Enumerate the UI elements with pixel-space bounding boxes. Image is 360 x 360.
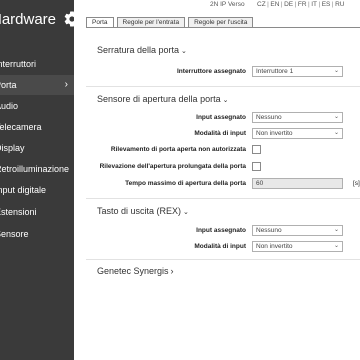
sidebar-item-interruttori[interactable]: Interruttori — [0, 54, 36, 74]
section-title: Genetec Synergis — [97, 266, 169, 276]
sidebar-item-label: Telecamera — [0, 122, 42, 132]
select-value: Nessuno — [256, 227, 282, 234]
lang-cz[interactable]: CZ — [257, 1, 266, 8]
sidebar-item-label: Interruttori — [0, 59, 37, 69]
language-switcher: CZ | EN | DE | FR | IT | ES | RU — [257, 1, 345, 8]
uscita-modalita-label: Modalità di input — [194, 243, 246, 250]
sidebar: Hardware Interruttori Porta › Audio Tele… — [0, 0, 74, 360]
sidebar-item-label: Estensioni — [0, 207, 37, 217]
modalita-input-label: Modalità di input — [194, 130, 246, 137]
section-synergis[interactable]: Genetec Synergis › — [97, 266, 174, 276]
chevron-down-icon: ⌄ — [333, 114, 339, 120]
select-value: Interruttore 1 — [256, 68, 294, 75]
chevron-down-icon: ⌄ — [333, 130, 339, 136]
sidebar-item-label: Porta — [0, 80, 17, 90]
tempo-input[interactable]: 60 — [252, 178, 343, 189]
sidebar-item-label: Display — [0, 143, 25, 153]
sensore-modalita-select[interactable]: Non invertito ⌄ — [252, 128, 343, 139]
section-title: Serratura della porta — [97, 45, 180, 55]
sidebar-item-display[interactable]: Display — [0, 138, 25, 158]
input-assegnato-label: Input assegnato — [196, 114, 246, 121]
chevron-right-icon: › — [170, 266, 174, 276]
rilevamento-label: Rilevamento di porta aperta non autorizz… — [110, 146, 246, 153]
gear-icon[interactable] — [63, 10, 74, 28]
sidebar-item-sensore[interactable]: Sensore — [0, 224, 29, 244]
divider — [86, 259, 360, 260]
tempo-label: Tempo massimo di apertura della porta — [125, 180, 246, 187]
brand-title: Hardware — [0, 10, 57, 28]
sensore-input-select[interactable]: Nessuno ⌄ — [252, 112, 343, 123]
app-root: Hardware Interruttori Porta › Audio Tele… — [0, 0, 360, 360]
chevron-down-icon: ⌄ — [183, 209, 189, 216]
chevron-right-icon: › — [64, 79, 68, 90]
section-sensore[interactable]: Sensore di apertura della porta ⌄ — [97, 94, 228, 104]
sidebar-item-telecamera[interactable]: Telecamera — [0, 117, 42, 137]
sidebar-item-label: Audio — [0, 101, 19, 111]
sidebar-item-retroilluminazione[interactable]: Retroilluminazione — [0, 159, 69, 179]
interruttore-select[interactable]: Interruttore 1 ⌄ — [252, 66, 343, 77]
rilevazione-checkbox[interactable] — [252, 162, 261, 171]
section-serratura[interactable]: Serratura della porta ⌄ — [97, 45, 187, 55]
device-name: 2N IP Verso — [210, 1, 245, 8]
select-value: Non invertito — [256, 243, 293, 250]
tab-underline — [86, 27, 360, 28]
chevron-down-icon: ⌄ — [333, 243, 339, 249]
section-uscita[interactable]: Tasto di uscita (REX) ⌄ — [97, 206, 189, 216]
sidebar-item-input-digitale[interactable]: Input digitale — [0, 180, 46, 200]
lang-es[interactable]: ES — [322, 1, 331, 8]
section-title: Tasto di uscita (REX) — [97, 206, 182, 216]
rilevamento-checkbox[interactable] — [252, 145, 261, 154]
lang-de[interactable]: DE — [284, 1, 293, 8]
chevron-down-icon: ⌄ — [181, 48, 187, 55]
sidebar-item-label: Retroilluminazione — [0, 164, 70, 174]
section-title: Sensore di apertura della porta — [97, 94, 221, 104]
divider — [86, 86, 360, 87]
sidebar-item-porta[interactable]: Porta › — [0, 75, 74, 95]
lang-ru[interactable]: RU — [335, 1, 344, 8]
sidebar-item-audio[interactable]: Audio — [0, 96, 18, 116]
sidebar-item-label: Sensore — [0, 229, 29, 239]
lang-fr[interactable]: FR — [298, 1, 307, 8]
select-value: Nessuno — [256, 114, 282, 121]
divider — [86, 198, 360, 199]
lang-en[interactable]: EN — [270, 1, 279, 8]
sidebar-item-estensioni[interactable]: Estensioni — [0, 202, 37, 222]
uscita-modalita-select[interactable]: Non invertito ⌄ — [252, 241, 343, 252]
uscita-input-label: Input assegnato — [196, 227, 246, 234]
tempo-unit: [s] — [353, 180, 360, 187]
select-value: Non invertito — [256, 130, 293, 137]
chevron-down-icon: ⌄ — [333, 68, 339, 74]
rilevazione-label: Rilevazione dell'apertura prolungata del… — [99, 163, 246, 170]
uscita-input-select[interactable]: Nessuno ⌄ — [252, 225, 343, 236]
chevron-down-icon: ⌄ — [222, 97, 229, 104]
sidebar-item-label: Input digitale — [0, 185, 47, 195]
topbar: 2N IP Verso CZ | EN | DE | FR | IT | ES | RU — [74, 0, 360, 12]
brand: Hardware — [0, 8, 74, 30]
interruttore-label: Interruttore assegnato — [177, 68, 246, 75]
chevron-down-icon: ⌄ — [333, 227, 339, 233]
